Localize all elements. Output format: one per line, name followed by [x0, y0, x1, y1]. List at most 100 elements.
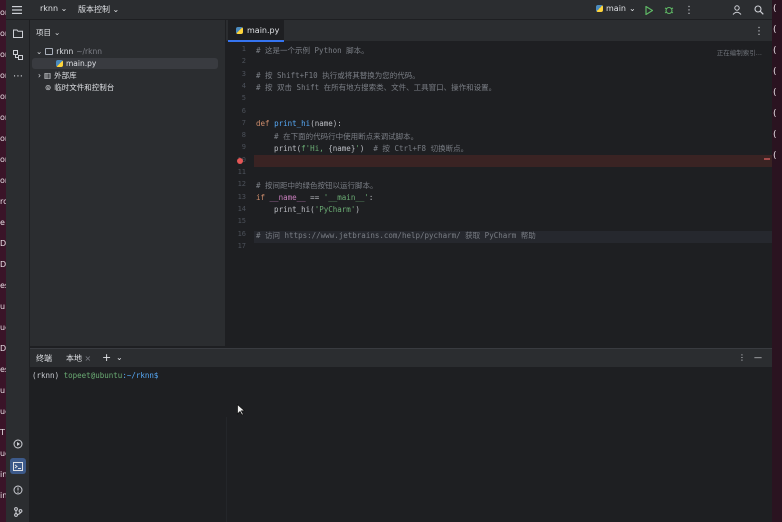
scratches-icon: ⊚ — [45, 83, 52, 92]
tab-main-py[interactable]: main.py — [228, 20, 284, 42]
desktop-text-fragment: ( — [773, 130, 777, 140]
code-token: ) — [359, 144, 374, 154]
line-number: 1 — [241, 45, 246, 53]
python-file-icon — [56, 60, 63, 67]
more-tools-icon[interactable]: ⋯ — [10, 68, 26, 84]
line-number: 11 — [237, 168, 246, 176]
line-number: 7 — [241, 118, 246, 127]
code-line[interactable]: print(f'Hi, {name}') # 按 Ctrl+F8 切换断点。 — [256, 143, 468, 154]
code-line[interactable]: # 在下面的代码行中使用断点来调试脚本。 — [256, 131, 418, 142]
code-token: : — [368, 192, 374, 202]
desktop-text-fragment: ( — [773, 25, 777, 35]
code-token: print_hi( — [256, 204, 315, 214]
more-actions-icon[interactable]: ⋮ — [682, 3, 696, 17]
problems-tool-icon[interactable] — [10, 482, 26, 498]
code-line[interactable]: # 按间距中的绿色按钮以运行脚本。 — [256, 180, 378, 191]
terminal-options-icon[interactable]: ⋮ — [738, 353, 746, 362]
line-gutter[interactable]: 1234567891011121314151617 — [226, 42, 254, 346]
structure-tool-icon[interactable] — [10, 47, 26, 63]
expand-arrow-icon: › — [38, 71, 41, 80]
root-folder-path: ~/rknn — [76, 47, 102, 56]
chevron-down-icon: ⌄ — [112, 5, 120, 14]
tree-item-main-py[interactable]: main.py — [32, 58, 218, 69]
editor-options-icon[interactable]: ⋮ — [752, 24, 766, 38]
code-token: print( — [256, 144, 302, 154]
code-token: {name} — [328, 144, 356, 154]
hamburger-menu-icon[interactable] — [10, 3, 24, 17]
editor-markers-strip — [762, 44, 770, 344]
add-tab-icon[interactable]: + — [102, 351, 111, 364]
code-line[interactable]: # 按 双击 Shift 在所有地方搜索类、文件、工具窗口、操作和设置。 — [256, 82, 496, 93]
code-line[interactable]: # 访问 https://www.jetbrains.com/help/pych… — [256, 230, 536, 241]
code-token: == — [305, 192, 324, 202]
desktop-text-fragment: T — [0, 428, 5, 437]
line-number: 17 — [237, 241, 246, 250]
chevron-down-icon[interactable]: ⌄ — [116, 353, 123, 362]
desktop-text-fragment: ( — [773, 46, 777, 56]
line-number: 15 — [237, 217, 246, 226]
title-bar: rknn ⌄ 版本控制 ⌄ main ⌄ ⋮ — [6, 0, 772, 20]
code-token: (name): — [310, 118, 342, 128]
desktop-text-fragment: ( — [773, 151, 777, 161]
line-number: 4 — [241, 81, 246, 90]
project-switcher[interactable]: rknn ⌄ — [40, 4, 67, 13]
minimize-icon[interactable]: — — [754, 353, 762, 362]
tree-item-external-libs[interactable]: › ▥ 外部库 — [38, 70, 77, 81]
desktop-text-fragment: e — [0, 218, 5, 227]
project-panel: 项目 ⌄ ⌄ rknn ~/rknn main.py › ▥ 外部库 ⊚ 临时文… — [30, 20, 226, 346]
code-line[interactable]: print_hi('PyCharm') — [256, 205, 360, 214]
line-number: 13 — [237, 192, 246, 201]
code-line[interactable]: def print_hi(name): — [256, 119, 342, 128]
close-icon[interactable]: × — [85, 354, 92, 363]
line-number: 8 — [241, 131, 246, 140]
debug-icon[interactable] — [662, 3, 676, 17]
line-number: 12 — [237, 180, 246, 189]
search-icon[interactable] — [752, 3, 766, 17]
project-panel-title-label: 项目 — [36, 28, 51, 37]
project-panel-title[interactable]: 项目 ⌄ — [36, 27, 60, 38]
code-token: '__main__' — [323, 192, 369, 202]
file-name: main.py — [66, 59, 97, 68]
vcs-menu[interactable]: 版本控制 ⌄ — [78, 4, 119, 15]
desktop-text-fragment: ( — [773, 88, 777, 98]
user-icon[interactable] — [730, 3, 744, 17]
mouse-cursor-icon — [237, 404, 245, 416]
run-icon[interactable] — [642, 3, 656, 17]
code-line[interactable]: if __name__ == '__main__': — [256, 193, 373, 202]
terminal-tool-icon[interactable] — [10, 458, 26, 474]
code-token: # 按 双击 Shift 在所有地方搜索类、文件、工具窗口、操作和设置。 — [256, 82, 497, 92]
breakpoint-icon[interactable] — [237, 158, 243, 164]
tree-item-scratches[interactable]: ⊚ 临时文件和控制台 — [45, 82, 114, 93]
desktop-text-fragment: ( — [773, 4, 777, 14]
code-token: # 按间距中的绿色按钮以运行脚本。 — [256, 181, 378, 191]
chevron-down-icon: ⌄ — [629, 4, 636, 13]
prompt-user: topeet@ubuntu — [63, 371, 123, 380]
prompt-path: :~/rknn$ — [122, 371, 159, 380]
tool-window-strip: ⋯ — [6, 20, 30, 522]
terminal-body[interactable]: (rknn) topeet@ubuntu:~/rknn$ — [30, 367, 772, 522]
run-config-selector[interactable]: main ⌄ — [596, 4, 636, 13]
services-tool-icon[interactable] — [10, 436, 26, 452]
code-line[interactable]: # 按 Shift+F10 执行或将其替换为您的代码。 — [256, 70, 420, 81]
project-name: rknn — [40, 4, 59, 13]
terminal-prompt: (rknn) topeet@ubuntu:~/rknn$ — [32, 371, 158, 380]
python-file-icon — [236, 26, 243, 34]
tree-item-root[interactable]: ⌄ rknn ~/rknn — [36, 46, 102, 57]
code-line[interactable]: # 这是一个示例 Python 脚本。 — [256, 45, 369, 56]
code-token: # 按 Shift+F10 执行或将其替换为您的代码。 — [256, 70, 420, 80]
code-token: __name__ — [269, 192, 306, 202]
code-token: f'Hi, — [301, 144, 329, 154]
line-number: 14 — [237, 204, 246, 213]
git-tool-icon[interactable] — [10, 504, 26, 520]
code-token: 'PyCharm' — [314, 204, 356, 214]
project-tool-icon[interactable] — [10, 25, 26, 41]
editor-tab-bar: main.py ⋮ — [226, 20, 772, 42]
desktop-background-right: (((((((( — [772, 0, 782, 522]
library-icon: ▥ — [44, 71, 52, 80]
line-number: 6 — [241, 106, 246, 115]
desktop-text-fragment: ( — [773, 67, 777, 77]
code-token: if — [256, 192, 270, 202]
breakpoint-line-highlight — [226, 155, 772, 167]
terminal-tab-label: 本地 — [66, 354, 82, 363]
code-token: # 在下面的代码行中使用断点来调试脚本。 — [256, 132, 419, 142]
